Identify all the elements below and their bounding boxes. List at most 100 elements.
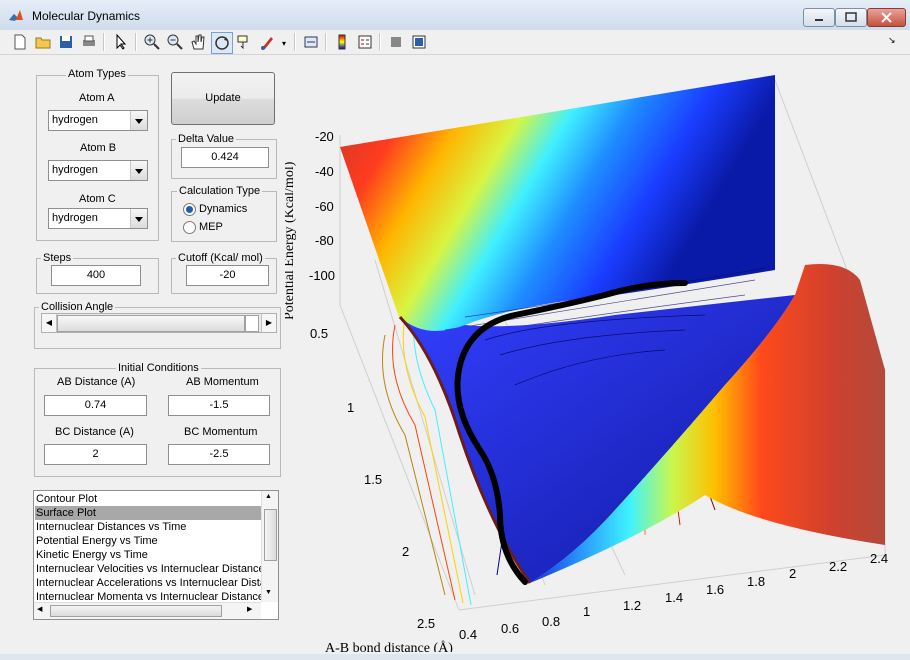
pan-icon[interactable] xyxy=(188,32,208,52)
print-icon[interactable] xyxy=(79,32,99,52)
link-icon[interactable] xyxy=(301,32,321,52)
steps-input[interactable]: 400 xyxy=(51,265,141,286)
scroll-left-icon[interactable]: ◀ xyxy=(42,314,57,332)
z-tick: -100 xyxy=(309,268,335,283)
vertical-scrollbar[interactable]: ▲ ▼ xyxy=(261,491,278,602)
scroll-left-icon[interactable]: ◀ xyxy=(37,605,42,613)
x-tick: 1.6 xyxy=(706,582,724,597)
mep-radio[interactable] xyxy=(183,221,196,234)
data-cursor-icon[interactable] xyxy=(234,32,254,52)
figure-toolbar: ▾ ↘ xyxy=(0,30,910,55)
list-item[interactable]: Internuclear Accelerations vs Internucle… xyxy=(35,576,262,590)
x-tick: 1.8 xyxy=(747,574,765,589)
cutoff-label: Cutoff (Kcal/ mol) xyxy=(176,252,265,264)
save-icon[interactable] xyxy=(56,32,76,52)
show-plot-tools-icon[interactable] xyxy=(409,32,429,52)
atom-types-label: Atom Types xyxy=(66,68,128,80)
atom-b-select[interactable]: hydrogen xyxy=(48,160,148,181)
bc-momentum-input[interactable]: -2.5 xyxy=(168,444,270,465)
z-tick: -80 xyxy=(315,233,334,248)
steps-label: Steps xyxy=(41,252,74,264)
status-bar xyxy=(0,654,910,660)
x-tick: 1.4 xyxy=(665,590,683,605)
list-item[interactable]: Internuclear Distances vs Time xyxy=(35,520,262,534)
ab-distance-label: AB Distance (A) xyxy=(57,376,136,388)
slider-handle[interactable] xyxy=(245,315,259,332)
ab-momentum-label: AB Momentum xyxy=(186,376,259,388)
list-item[interactable]: Internuclear Velocities vs Internuclear … xyxy=(35,562,262,576)
x-tick: 0.8 xyxy=(542,614,560,629)
y-tick: 2.5 xyxy=(417,616,435,631)
collision-angle-slider[interactable]: ◀ ▶ xyxy=(41,313,277,333)
list-item[interactable]: Kinetic Energy vs Time xyxy=(35,548,262,562)
atom-a-label: Atom A xyxy=(79,92,115,104)
list-item[interactable]: Contour Plot xyxy=(35,492,262,506)
atom-c-select[interactable]: hydrogen xyxy=(48,208,148,229)
list-item[interactable]: Potential Energy vs Time xyxy=(35,534,262,548)
surface-plot[interactable]: -20 -40 -60 -80 -100 0.5 1 1.5 2 2.5 0.4… xyxy=(285,55,900,652)
dynamics-label[interactable]: Dynamics xyxy=(199,203,247,215)
brush-icon[interactable] xyxy=(258,32,278,52)
scroll-up-icon[interactable]: ▲ xyxy=(265,493,272,500)
new-file-icon[interactable] xyxy=(10,32,30,52)
list-item[interactable]: Surface Plot xyxy=(35,506,262,520)
chevron-down-icon[interactable] xyxy=(130,161,147,180)
x-tick: 2.2 xyxy=(829,559,847,574)
scroll-thumb[interactable] xyxy=(50,605,222,617)
cutoff-input[interactable]: -20 xyxy=(186,265,269,286)
chevron-down-icon[interactable] xyxy=(130,111,147,130)
rotate-icon[interactable] xyxy=(211,32,233,54)
z-tick: -60 xyxy=(315,199,334,214)
atom-a-select[interactable]: hydrogen xyxy=(48,110,148,131)
pointer-icon[interactable] xyxy=(111,32,131,52)
open-file-icon[interactable] xyxy=(33,32,53,52)
colorbar-icon[interactable] xyxy=(332,32,352,52)
x-tick: 2.4 xyxy=(870,551,888,566)
chevron-down-icon[interactable] xyxy=(130,209,147,228)
minimize-button[interactable] xyxy=(803,8,835,27)
z-tick: -40 xyxy=(315,164,334,179)
scroll-right-icon[interactable]: ▶ xyxy=(261,314,276,332)
y-tick: 1.5 xyxy=(364,472,382,487)
x-tick: 1 xyxy=(583,604,590,619)
update-button[interactable]: Update xyxy=(171,72,275,125)
close-button[interactable] xyxy=(867,8,906,27)
maximize-button[interactable] xyxy=(835,8,867,27)
scroll-thumb[interactable] xyxy=(264,509,277,561)
bc-distance-input[interactable]: 2 xyxy=(44,444,147,465)
bc-momentum-label: BC Momentum xyxy=(184,426,258,438)
delta-value-label: Delta Value xyxy=(176,133,237,145)
x-axis-label: A-B bond distance (Å) xyxy=(325,640,453,652)
collision-angle-label: Collision Angle xyxy=(39,301,116,313)
x-tick: 2 xyxy=(789,566,796,581)
hide-plot-tools-icon[interactable] xyxy=(386,32,406,52)
zoom-out-icon[interactable] xyxy=(165,32,185,52)
x-tick: 1.2 xyxy=(623,598,641,613)
y-tick: 2 xyxy=(402,544,409,559)
scroll-down-icon[interactable]: ▼ xyxy=(265,589,272,596)
legend-icon[interactable] xyxy=(355,32,375,52)
z-axis-label: Potential Energy (Kcal/mol) xyxy=(285,161,297,320)
dynamics-radio[interactable] xyxy=(183,203,196,216)
horizontal-scrollbar[interactable]: ◀ ▶ xyxy=(34,602,261,619)
x-tick: 0.6 xyxy=(501,621,519,636)
calculation-type-label: Calculation Type xyxy=(177,185,263,197)
y-tick: 0.5 xyxy=(310,326,328,341)
matlab-icon xyxy=(8,8,24,24)
chevron-down-icon[interactable]: ▾ xyxy=(282,39,286,48)
bc-distance-label: BC Distance (A) xyxy=(55,426,134,438)
delta-value-input[interactable]: 0.424 xyxy=(181,147,269,168)
surface-wall xyxy=(340,75,775,331)
ab-distance-input[interactable]: 0.74 xyxy=(44,395,147,416)
dock-arrow-icon[interactable]: ↘ xyxy=(888,35,896,46)
slider-thumb[interactable] xyxy=(57,315,245,332)
calculation-type-group xyxy=(171,191,277,242)
y-tick: 1 xyxy=(347,400,354,415)
x-tick: 0.4 xyxy=(459,627,477,642)
scroll-right-icon[interactable]: ▶ xyxy=(247,605,252,613)
zoom-in-icon[interactable] xyxy=(142,32,162,52)
plot-type-listbox[interactable]: Contour Plot Surface Plot Internuclear D… xyxy=(33,490,279,620)
window-title: Molecular Dynamics xyxy=(32,9,141,23)
ab-momentum-input[interactable]: -1.5 xyxy=(168,395,270,416)
mep-label[interactable]: MEP xyxy=(199,221,223,233)
